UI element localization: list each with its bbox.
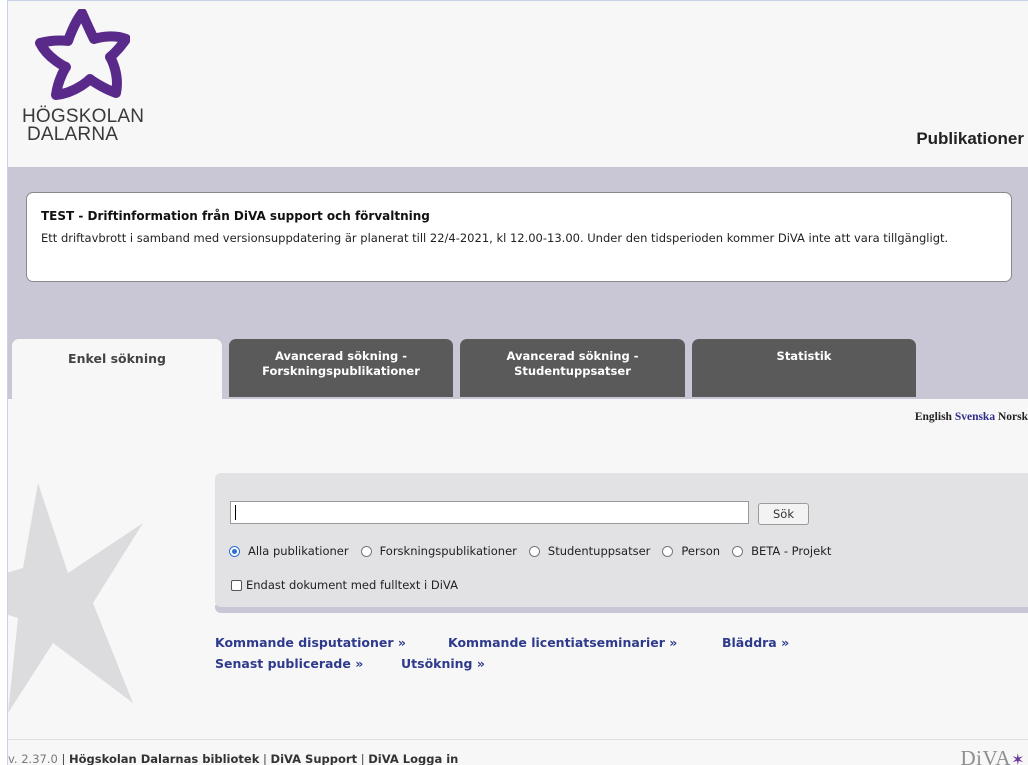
notice-box: TEST - Driftinformation från DiVA suppor… [26,192,1012,282]
fulltext-checkbox[interactable] [231,579,242,591]
tab-advanced-student[interactable]: Avancerad sökning - Studentuppsatser [460,339,685,397]
radio-research-publications-label: Forskningspublikationer [379,544,517,558]
search-input[interactable] [230,501,749,524]
footer-support-link[interactable]: DiVA Support [271,752,358,765]
footer-separator-2: | [263,752,267,765]
link-upcoming-disputations[interactable]: Kommande disputationer » [215,635,406,650]
radio-all-publications-label: Alla publikationer [248,544,349,558]
page-title: Publikationer [916,129,1024,148]
radio-beta-project-label: BETA - Projekt [751,544,832,558]
lang-norsk-link[interactable]: Norsk [998,411,1028,423]
radio-person-label: Person [681,544,721,558]
tab-advanced-student-label-line1: Avancerad sökning - [506,349,639,363]
publication-type-radios: Alla publikationer Forskningspublikation… [229,544,843,558]
lang-english-link[interactable]: English [915,411,952,423]
tab-simple-search[interactable]: Enkel sökning [12,339,222,399]
tab-advanced-research-label-line1: Avancerad sökning - [275,349,407,363]
tab-simple-search-label: Enkel sökning [68,351,166,366]
fulltext-checkbox-label: Endast dokument med fulltext i DiVA [246,578,458,592]
lang-svenska-link[interactable]: Svenska [955,411,995,423]
diva-star-icon: ✶ [1011,752,1025,765]
radio-all-publications[interactable] [229,545,240,557]
page-frame: HÖGSKOLAN DALARNA Publikationer TEST - D… [7,0,1028,765]
link-upcoming-licentiate[interactable]: Kommande licentiatseminarier » [448,635,677,650]
fulltext-option: Endast dokument med fulltext i DiVA [231,578,458,592]
notice-text: Ett driftavbrott i samband med versionsu… [41,231,949,245]
notice-title: TEST - Driftinformation från DiVA suppor… [41,209,430,223]
tab-advanced-research[interactable]: Avancerad sökning - Forskningspublikatio… [229,339,453,397]
tab-statistics-label: Statistik [776,349,832,363]
footer-login-link[interactable]: DiVA Logga in [368,752,458,765]
link-extraction[interactable]: Utsökning » [401,656,485,671]
radio-beta-project[interactable] [732,545,744,557]
footer-version: v. 2.37.0 [8,752,58,765]
diva-logo-text: DiVA [960,746,1012,765]
radio-research-publications[interactable] [360,545,372,557]
radio-student-theses-label: Studentuppsatser [547,544,651,558]
star-logo-icon [35,9,130,100]
background-star-icon [8,483,143,713]
footer-separator-1: | [61,752,66,765]
link-browse[interactable]: Bläddra » [722,635,789,650]
footer-library-link[interactable]: Högskolan Dalarnas bibliotek [69,752,259,765]
diva-logo[interactable]: DiVA✶ [960,746,1025,765]
footer: v. 2.37.0 | Högskolan Dalarnas bibliotek… [8,739,1028,765]
tab-advanced-research-label-line2: Forskningspublikationer [262,364,420,378]
link-recently-published[interactable]: Senast publicerade » [215,656,363,671]
radio-person[interactable] [662,545,674,557]
radio-student-theses[interactable] [528,545,540,557]
search-button[interactable]: Sök [758,503,809,525]
logo-text-line2: DALARNA [27,124,119,145]
language-selector: English Svenska Norsk [915,411,1028,423]
footer-separator-3: | [360,752,365,765]
text-caret [235,505,236,520]
tab-statistics[interactable]: Statistik [692,339,916,397]
footer-links: v. 2.37.0 | Högskolan Dalarnas bibliotek… [8,752,458,765]
tab-advanced-student-label-line2: Studentuppsatser [514,364,631,378]
